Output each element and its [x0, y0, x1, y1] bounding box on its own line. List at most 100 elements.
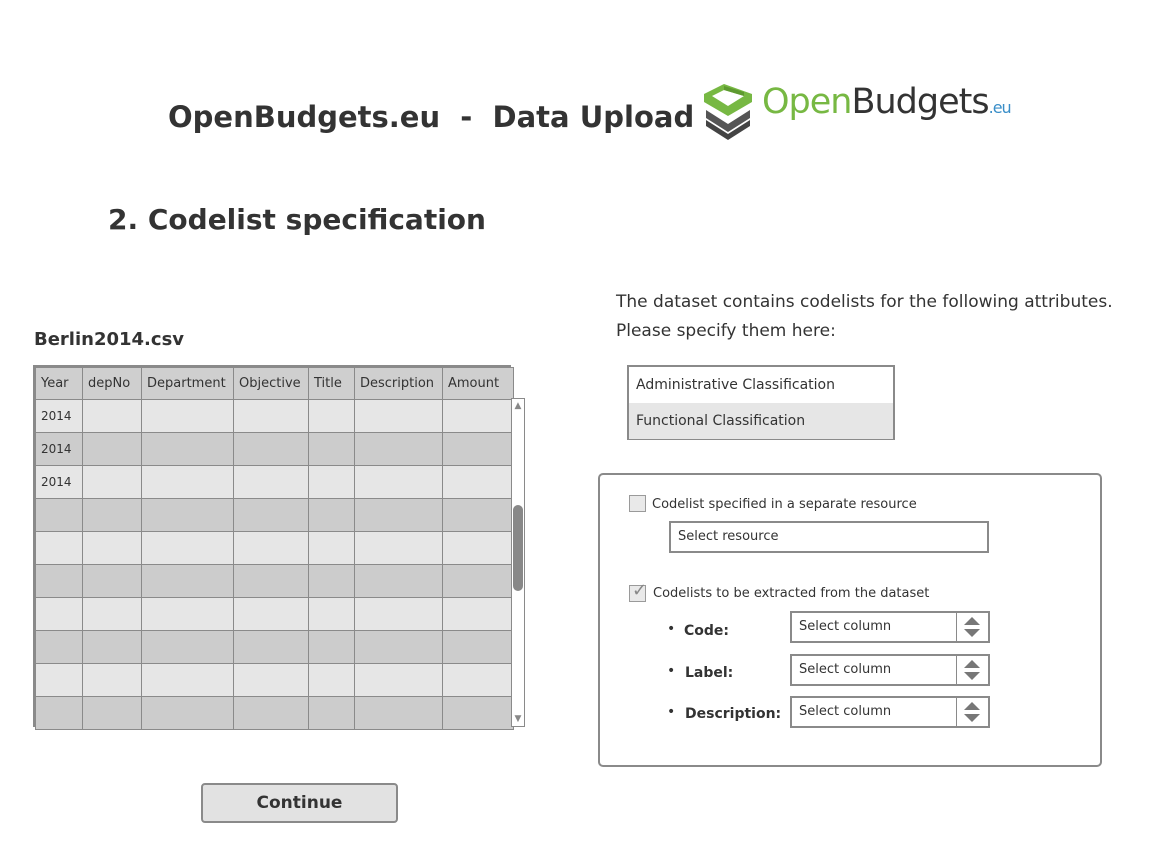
table-cell: [141, 564, 234, 598]
table-cell: [354, 531, 443, 565]
up-down-arrows-icon[interactable]: [956, 698, 988, 726]
select-resource-field[interactable]: Select resource: [669, 521, 989, 553]
table-cell: 2014: [35, 465, 83, 499]
table-cell: [308, 432, 355, 466]
table-cell: [233, 432, 309, 466]
table-cell: [354, 432, 443, 466]
table-cell: [308, 465, 355, 499]
table-row: [35, 630, 514, 664]
table-row: [35, 531, 514, 565]
table-cell: [141, 597, 234, 631]
table-cell: [35, 630, 83, 664]
table-cell: [35, 531, 83, 565]
table-cell: [141, 696, 234, 730]
column-header: Year: [35, 367, 83, 400]
description-label: Description:: [685, 706, 782, 722]
table-cell: [233, 696, 309, 730]
separate-resource-checkbox[interactable]: [629, 495, 646, 512]
bullet-icon: •: [667, 621, 676, 637]
code-label: Code:: [684, 623, 730, 639]
scrollbar-thumb[interactable]: [513, 505, 523, 591]
table-cell: [233, 663, 309, 697]
data-preview-table: Year depNo Department Objective Title Descrip…: [33, 365, 514, 730]
column-header: depNo: [82, 367, 142, 400]
table-cell: [35, 564, 83, 598]
table-scrollbar[interactable]: ▲ ▼: [511, 398, 525, 727]
table-cell: [442, 597, 514, 631]
scroll-down-arrow-icon[interactable]: ▼: [512, 713, 524, 725]
table-cell: [442, 663, 514, 697]
intro-text-line-1: The dataset contains codelists for the f…: [616, 292, 1113, 312]
table-cell: [82, 630, 142, 664]
section-title: 2. Codelist specification: [108, 203, 486, 236]
table-cell: [354, 498, 443, 532]
up-down-arrows-icon[interactable]: [956, 656, 988, 684]
table-cell: [442, 399, 514, 433]
intro-text-line-2: Please specify them here:: [616, 321, 836, 341]
attribute-item-functional[interactable]: Functional Classification: [629, 403, 893, 439]
table-cell: 2014: [35, 432, 83, 466]
table-cell: [35, 597, 83, 631]
table-cell: [141, 531, 234, 565]
codelist-options-panel: Codelist specified in a separate resourc…: [598, 473, 1102, 767]
code-column-select[interactable]: Select column: [790, 611, 990, 643]
table-cell: [308, 399, 355, 433]
table-cell: [82, 399, 142, 433]
table-cell: [233, 630, 309, 664]
table-cell: [141, 399, 234, 433]
table-cell: [35, 663, 83, 697]
label-label: Label:: [685, 665, 734, 681]
logo-budgets-text: Budgets: [851, 82, 989, 122]
table-cell: [308, 663, 355, 697]
table-cell: [35, 696, 83, 730]
up-down-arrows-icon[interactable]: [956, 613, 988, 641]
label-column-select[interactable]: Select column: [790, 654, 990, 686]
table-cell: [354, 465, 443, 499]
table-row: [35, 597, 514, 631]
table-cell: [141, 432, 234, 466]
continue-button[interactable]: Continue: [201, 783, 398, 823]
table-cell: [233, 564, 309, 598]
extract-codelists-checkbox[interactable]: ✓: [629, 580, 647, 602]
page-title: OpenBudgets.eu - Data Upload: [168, 100, 695, 134]
table-cell: [233, 597, 309, 631]
table-cell: [141, 465, 234, 499]
table-cell: [442, 498, 514, 532]
table-cell: [354, 564, 443, 598]
table-cell: [82, 432, 142, 466]
description-column-select[interactable]: Select column: [790, 696, 990, 728]
extract-codelists-label: Codelists to be extracted from the datas…: [653, 586, 930, 601]
table-row: [35, 663, 514, 697]
table-cell: [308, 597, 355, 631]
table-cell: [82, 564, 142, 598]
table-cell: [82, 498, 142, 532]
openbudgets-logo-icon: [704, 84, 752, 140]
scroll-up-arrow-icon[interactable]: ▲: [512, 400, 524, 412]
attribute-list: Administrative Classification Functional…: [627, 365, 895, 440]
table-row: 2014: [35, 432, 514, 466]
description-select-value: Select column: [799, 704, 892, 719]
column-header: Amount: [442, 367, 514, 400]
code-select-value: Select column: [799, 619, 892, 634]
table-cell: 2014: [35, 399, 83, 433]
file-name: Berlin2014.csv: [34, 329, 185, 350]
table-cell: [141, 630, 234, 664]
table-cell: [141, 663, 234, 697]
table-cell: [233, 465, 309, 499]
checkmark-icon: ✓: [632, 580, 648, 601]
table-cell: [442, 696, 514, 730]
attribute-item-administrative[interactable]: Administrative Classification: [629, 367, 893, 403]
bullet-icon: •: [667, 704, 676, 720]
table-cell: [141, 498, 234, 532]
column-header: Description: [354, 367, 443, 400]
table-cell: [233, 498, 309, 532]
logo-open-text: Open: [762, 82, 852, 122]
column-header: Objective: [233, 367, 309, 400]
table-cell: [35, 498, 83, 532]
table-cell: [308, 630, 355, 664]
logo-eu-text: .eu: [988, 98, 1012, 117]
table-cell: [233, 531, 309, 565]
table-cell: [442, 465, 514, 499]
column-header: Title: [308, 367, 355, 400]
table-row: 2014: [35, 399, 514, 433]
